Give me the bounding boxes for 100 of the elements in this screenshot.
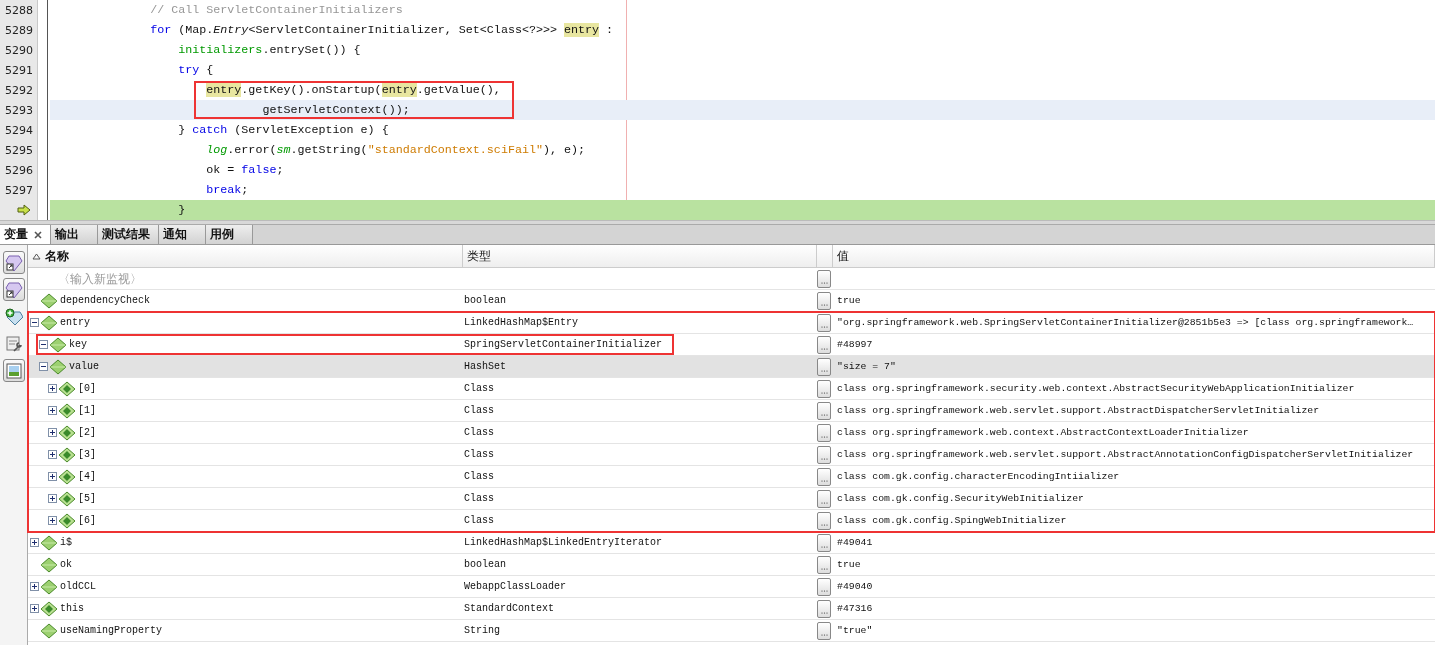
more-button[interactable] <box>817 269 831 288</box>
variable-row[interactable]: [0] Class class org.springframework.security.web.context.AbstractSecurityWebApplicationInitializer <box>28 378 1435 400</box>
more-button[interactable] <box>817 511 831 530</box>
variable-row[interactable]: [3] Class class org.springframework.web.servlet.support.AbstractAnnotationConfigDispatcherServletInitializer <box>28 444 1435 466</box>
column-title: 名称 <box>45 247 69 265</box>
panel-tab[interactable]: 通知 <box>159 225 206 244</box>
expand-icon[interactable] <box>48 384 57 393</box>
close-icon[interactable] <box>34 230 42 239</box>
collapse-icon[interactable] <box>39 340 48 349</box>
variable-type: Class <box>464 493 494 504</box>
variable-row[interactable]: oldCCL WebappClassLoader #49040 <box>28 576 1435 598</box>
expand-icon[interactable] <box>48 472 57 481</box>
variable-value: "size = 7" <box>837 361 896 372</box>
variable-row[interactable]: this StandardContext #47316 <box>28 598 1435 620</box>
collapse-icon[interactable] <box>39 362 48 371</box>
collapse-icon[interactable] <box>30 318 39 327</box>
toolbar-button[interactable] <box>2 305 25 328</box>
variable-value: #49041 <box>837 537 873 548</box>
expand-icon[interactable] <box>30 582 39 591</box>
variable-value: "org.springframework.web.SpringServletContainerInitializer@2851b5e3 => [class org.springframework… <box>837 317 1414 328</box>
variable-value: class org.springframework.security.web.context.AbstractSecurityWebApplicationInitializer <box>837 383 1355 394</box>
variable-name: [4] <box>78 471 96 482</box>
expand-icon[interactable] <box>48 516 57 525</box>
gem-arrow-icon <box>4 280 23 299</box>
variable-row[interactable]: ok boolean true <box>28 554 1435 576</box>
variable-type: Class <box>464 471 494 482</box>
more-button[interactable] <box>817 335 831 354</box>
more-button[interactable] <box>817 599 831 618</box>
variable-type: LinkedHashMap$LinkedEntryIterator <box>464 537 663 548</box>
more-button[interactable] <box>817 577 831 596</box>
variable-row[interactable]: i$ LinkedHashMap$LinkedEntryIterator #49041 <box>28 532 1435 554</box>
code-line: entry.getKey().onStartup(entry.getValue(), <box>66 83 501 97</box>
variable-value: class org.springframework.web.servlet.support.AbstractDispatcherServletInitializer <box>837 405 1320 416</box>
more-button[interactable] <box>817 313 831 332</box>
more-button[interactable] <box>817 445 831 464</box>
more-button[interactable] <box>817 489 831 508</box>
variable-name: ok <box>60 559 72 570</box>
variable-row[interactable]: dependencyCheck boolean true <box>28 290 1435 312</box>
more-button[interactable] <box>817 423 831 442</box>
variable-value: #48997 <box>837 339 873 350</box>
line-number: 5291 <box>5 63 33 77</box>
line-number: 5295 <box>5 143 33 157</box>
current-line-arrow-icon <box>17 204 31 216</box>
variable-type: boolean <box>464 559 506 570</box>
more-button[interactable] <box>817 555 831 574</box>
variable-type: boolean <box>464 295 506 306</box>
more-button[interactable] <box>817 291 831 310</box>
variable-row[interactable]: [6] Class class com.gk.config.SpingWebInitializer <box>28 510 1435 532</box>
variable-name: entry <box>60 317 90 328</box>
more-button[interactable] <box>817 621 831 640</box>
variable-name: [1] <box>78 405 96 416</box>
variable-value: class org.springframework.web.servlet.support.AbstractAnnotationConfigDispatcherServletInitializer <box>837 449 1414 460</box>
variable-row[interactable]: [4] Class class com.gk.config.characterEncodingIntiializer <box>28 466 1435 488</box>
variable-value: class org.springframework.web.context.AbstractContextLoaderInitializer <box>837 427 1249 438</box>
line-number: 5293 <box>5 103 33 117</box>
more-button[interactable] <box>817 379 831 398</box>
variable-type: Class <box>464 383 494 394</box>
toolbar-button[interactable] <box>2 251 25 274</box>
variable-row[interactable]: useNamingProperty String "true" <box>28 620 1435 642</box>
panel-tab[interactable]: 测试结果 <box>98 225 159 244</box>
variable-row[interactable]: [1] Class class org.springframework.web.servlet.support.AbstractDispatcherServletInitializer <box>28 400 1435 422</box>
expand-icon[interactable] <box>48 450 57 459</box>
more-button[interactable] <box>817 401 831 420</box>
panel-tab[interactable]: 用例 <box>206 225 253 244</box>
expand-icon[interactable] <box>30 604 39 613</box>
panel-tab[interactable]: 变量 <box>0 225 51 244</box>
more-button[interactable] <box>817 467 831 486</box>
variable-name: [5] <box>78 493 96 504</box>
variable-row[interactable]: [5] Class class com.gk.config.SecurityWebInitializer <box>28 488 1435 510</box>
variable-row[interactable]: [2] Class class org.springframework.web.context.AbstractContextLoaderInitializer <box>28 422 1435 444</box>
toolbar-button[interactable] <box>2 359 25 382</box>
variable-row[interactable]: value HashSet "size = 7" <box>28 356 1435 378</box>
expand-icon[interactable] <box>48 494 57 503</box>
picture-icon <box>4 361 23 380</box>
more-button[interactable] <box>817 357 831 376</box>
expand-icon[interactable] <box>30 538 39 547</box>
line-number: 5289 <box>5 23 33 37</box>
variable-type: Class <box>464 427 494 438</box>
variable-type: WebappClassLoader <box>464 581 567 592</box>
variable-value: "true" <box>837 625 873 636</box>
variable-name: [6] <box>78 515 96 526</box>
column-header[interactable]: 类型 <box>463 245 817 267</box>
expand-icon[interactable] <box>48 406 57 415</box>
variable-name: this <box>60 603 84 614</box>
toolbar-button[interactable] <box>2 278 25 301</box>
panel-tab[interactable]: 输出 <box>51 225 98 244</box>
code-line: log.error(sm.getString("standardContext.sciFail"), e); <box>205 143 586 157</box>
expand-icon[interactable] <box>48 428 57 437</box>
variable-type: LinkedHashMap$Entry <box>464 317 579 328</box>
column-header[interactable]: 值 <box>833 245 1435 267</box>
code-line: initializers.entrySet()) { <box>177 43 361 57</box>
variable-type: SpringServletContainerInitializer <box>464 339 663 350</box>
more-button[interactable] <box>817 533 831 552</box>
variable-row[interactable]: entry LinkedHashMap$Entry "org.springframework.web.SpringServletContainerInitializer@2851b5e3 => [class org.springframework… <box>28 312 1435 334</box>
variable-value: class com.gk.config.SecurityWebInitializer <box>837 493 1084 504</box>
new-watch-field[interactable]: 〈输入新监视〉 <box>58 271 258 286</box>
variable-value: true <box>837 559 861 570</box>
column-header[interactable]: 名称 <box>28 245 463 267</box>
variable-value: true <box>837 295 861 306</box>
code-editor[interactable] <box>0 0 1435 220</box>
